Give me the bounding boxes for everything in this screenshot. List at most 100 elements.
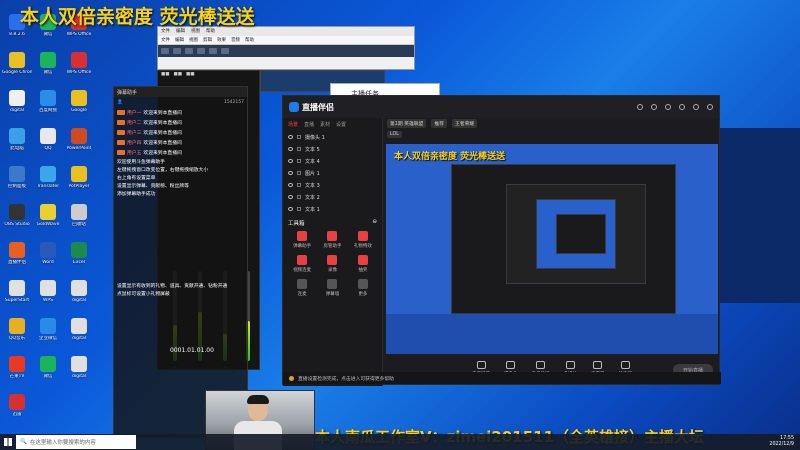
desktop-icon[interactable]: digital bbox=[64, 318, 94, 341]
desktop-icon[interactable]: Excel bbox=[64, 242, 94, 265]
editor-menu-bar[interactable]: 文件 编辑 视图 剪辑 效果 音频 帮助 bbox=[158, 36, 414, 45]
desktop-icon[interactable]: Word bbox=[33, 242, 63, 265]
eye-icon[interactable] bbox=[288, 183, 293, 187]
tool-button[interactable]: 视频连麦 bbox=[287, 255, 317, 273]
minimize-icon[interactable] bbox=[679, 104, 685, 110]
more-icon[interactable]: ⊖ bbox=[372, 219, 377, 227]
tool-button[interactable]: 连麦 bbox=[287, 279, 317, 297]
scene-item[interactable]: 文本 2 bbox=[283, 191, 382, 203]
lock-icon[interactable] bbox=[297, 147, 301, 151]
scene-item[interactable]: 文本 4 bbox=[283, 155, 382, 167]
close-icon[interactable] bbox=[707, 104, 713, 110]
cut-icon[interactable] bbox=[161, 48, 169, 54]
desktop-icon[interactable]: 企业微信 bbox=[33, 318, 63, 341]
desktop-icon[interactable]: WPS bbox=[33, 280, 63, 303]
desktop-icon[interactable]: Google bbox=[64, 90, 94, 113]
editor-menu-item[interactable]: 文件 bbox=[161, 37, 170, 43]
tab-1[interactable]: 直播 bbox=[304, 121, 314, 128]
info-chip[interactable]: 推荐 bbox=[431, 119, 447, 128]
start-button[interactable] bbox=[0, 434, 16, 450]
lock-icon[interactable] bbox=[297, 159, 301, 163]
desktop-icon[interactable]: WPS Office bbox=[64, 52, 94, 75]
editor-menu-item[interactable]: 视图 bbox=[189, 37, 198, 43]
desktop-icon[interactable]: digital bbox=[64, 356, 94, 379]
desktop-icon[interactable]: 芒果TV bbox=[2, 356, 32, 379]
desktop-icon[interactable]: digital bbox=[64, 280, 94, 303]
system-tray-clock[interactable]: 17:55 2022/12/9 bbox=[769, 436, 800, 448]
taskbar-search[interactable]: 🔍 在这里输入你要搜索的内容 bbox=[16, 435, 136, 449]
eye-icon[interactable] bbox=[288, 195, 293, 199]
editor-menu-item[interactable]: 效果 bbox=[217, 37, 226, 43]
avatar[interactable] bbox=[637, 104, 643, 110]
desktop-icon[interactable]: SuperStart bbox=[2, 280, 32, 303]
danmu-panel[interactable]: 弹幕助手 👤 1542157 用户一 欢迎来到本直播间 用户二 欢迎来到本直播间 用户三… bbox=[113, 86, 248, 438]
tool-button[interactable]: 弹幕助手 bbox=[287, 231, 317, 249]
editor-menu-item[interactable]: 帮助 bbox=[245, 37, 254, 43]
scene-item[interactable]: 图片 1 bbox=[283, 167, 382, 179]
desktop-icon[interactable]: digital bbox=[2, 90, 32, 113]
undo-icon[interactable] bbox=[197, 48, 205, 54]
copy-icon[interactable] bbox=[173, 48, 181, 54]
desktop-icon[interactable]: Google Chrome bbox=[2, 52, 32, 75]
tool-button[interactable]: 弹幕墙 bbox=[317, 279, 347, 297]
maximize-icon[interactable] bbox=[693, 104, 699, 110]
lock-icon[interactable] bbox=[297, 207, 301, 211]
desktop-icon[interactable]: QQ bbox=[33, 128, 63, 151]
eye-icon[interactable] bbox=[288, 135, 293, 139]
scene-tabs[interactable]: 场景 直播 素材 设置 bbox=[283, 118, 382, 131]
desktop-icon[interactable]: PotPlayer bbox=[64, 166, 94, 189]
eye-icon[interactable] bbox=[288, 207, 293, 211]
lock-icon[interactable] bbox=[297, 183, 301, 187]
editor-menu-item[interactable]: 音频 bbox=[231, 37, 240, 43]
split-icon[interactable] bbox=[221, 48, 229, 54]
desktop-icon[interactable]: 直播伴侣 bbox=[2, 242, 32, 265]
editor-window[interactable]: 文件 编辑 视图 帮助 文件 编辑 视图 剪辑 效果 音频 帮助 bbox=[157, 26, 415, 70]
eye-icon[interactable] bbox=[288, 147, 293, 151]
tab-3[interactable]: 设置 bbox=[336, 121, 346, 128]
desktop-icon[interactable]: OBS Studio bbox=[2, 204, 32, 227]
info-chip[interactable]: 第1期 英雄联盟 bbox=[387, 119, 427, 128]
stream-info-bar[interactable]: 第1期 英雄联盟 推荐 王者荣耀 bbox=[383, 118, 721, 129]
editor-menu-item[interactable]: 编辑 bbox=[175, 37, 184, 43]
category-chip[interactable]: LOL bbox=[387, 131, 402, 138]
desktop-icon[interactable]: 百度网盘 bbox=[33, 90, 63, 113]
tab-0[interactable]: 场景 bbox=[288, 121, 298, 128]
eye-icon[interactable] bbox=[288, 159, 293, 163]
lock-icon[interactable] bbox=[297, 195, 301, 199]
danmu-stats: 👤 1542157 bbox=[114, 97, 247, 107]
redo-icon[interactable] bbox=[209, 48, 217, 54]
tool-button[interactable]: 录像 bbox=[317, 255, 347, 273]
eye-icon[interactable] bbox=[288, 171, 293, 175]
settings-icon[interactable] bbox=[665, 104, 671, 110]
scene-item[interactable]: 文本 5 bbox=[283, 143, 382, 155]
tool-button[interactable]: 更多 bbox=[348, 279, 378, 297]
desktop-icon[interactable]: 微信 bbox=[33, 356, 63, 379]
desktop-icon[interactable]: 微信 bbox=[33, 52, 63, 75]
editor-menu-item[interactable]: 剪辑 bbox=[203, 37, 212, 43]
desktop-icon[interactable]: PowerPoint bbox=[64, 128, 94, 151]
streaming-app-window[interactable]: 直播伴侣 场景 直播 素材 设置 摄像头 1 文本 5 文本 4 图片 1 文本 3 文本 2 文… bbox=[282, 95, 721, 386]
lock-icon[interactable] bbox=[297, 171, 301, 175]
lock-icon[interactable] bbox=[297, 135, 301, 139]
scene-item[interactable]: 文本 3 bbox=[283, 179, 382, 191]
scene-list[interactable]: 摄像头 1 文本 5 文本 4 图片 1 文本 3 文本 2 文本 1 bbox=[283, 131, 382, 215]
desktop-icon[interactable]: 回收站 bbox=[64, 204, 94, 227]
tab-2[interactable]: 素材 bbox=[320, 121, 330, 128]
desktop-icon[interactable]: GoldWave bbox=[33, 204, 63, 227]
info-chip[interactable]: 王者荣耀 bbox=[451, 119, 478, 128]
window-controls[interactable] bbox=[637, 104, 713, 110]
paste-icon[interactable] bbox=[185, 48, 193, 54]
editor-toolbar[interactable] bbox=[158, 45, 414, 57]
desktop-icon[interactable]: 迅雷 bbox=[2, 394, 32, 417]
toolbox-grid[interactable]: 弹幕助手 房管助手 礼物特效视频连麦 录像 抽奖连麦 弹幕墙 更多 bbox=[283, 231, 382, 297]
desktop-icon[interactable]: 此电脑 bbox=[2, 128, 32, 151]
scene-item[interactable]: 摄像头 1 bbox=[283, 131, 382, 143]
desktop-icon[interactable]: Translater bbox=[33, 166, 63, 189]
tool-button[interactable]: 房管助手 bbox=[317, 231, 347, 249]
gift-icon[interactable] bbox=[651, 104, 657, 110]
scene-item[interactable]: 文本 1 bbox=[283, 203, 382, 215]
desktop-icon[interactable]: 控制面板 bbox=[2, 166, 32, 189]
desktop-icon[interactable]: QQ音乐 bbox=[2, 318, 32, 341]
tool-button[interactable]: 抽奖 bbox=[348, 255, 378, 273]
tool-button[interactable]: 礼物特效 bbox=[348, 231, 378, 249]
